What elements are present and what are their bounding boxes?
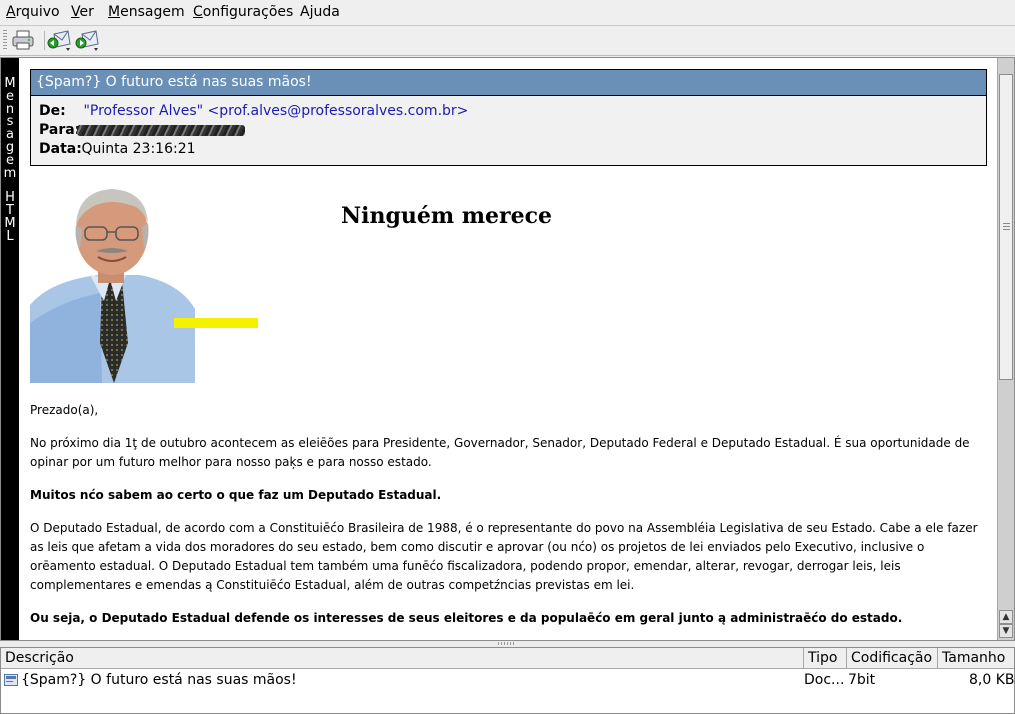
yellow-highlight-bar — [174, 318, 258, 328]
subject-bar: {Spam?} O futuro está nas suas mãos! — [31, 70, 986, 96]
person-photo — [30, 183, 258, 383]
document-icon — [4, 673, 18, 693]
date-value: Quinta 23:16:21 — [81, 141, 196, 157]
date-row: Data: Quinta 23:16:21 — [39, 141, 196, 157]
redacted-recipient — [77, 124, 245, 136]
mode-sidebar: Mensagem HTML — [1, 58, 19, 640]
from-label: De: — [39, 103, 66, 119]
print-button[interactable] — [10, 28, 36, 52]
sidebar-label: Mensagem HTML — [3, 76, 17, 244]
attachment-size: 8,0 KB — [969, 672, 1015, 688]
portrait-image — [30, 183, 258, 383]
attachment-description: {Spam?} O futuro está nas suas mãos! — [21, 672, 297, 688]
to-row: Para: — [39, 122, 245, 138]
greeting: Prezado(a), — [30, 403, 99, 417]
forward-button[interactable] — [74, 28, 100, 52]
toolbar — [0, 26, 1015, 56]
attachments-list: Descrição Tipo Codificação Tamanho {Spam… — [0, 647, 1015, 714]
column-header-encoding[interactable]: Codificação — [847, 648, 938, 669]
message-header: {Spam?} O futuro está nas suas mãos! De:… — [30, 69, 987, 166]
message-frame: Mensagem HTML {Spam?} O futuro está nas … — [0, 57, 1015, 641]
splitter-grip — [498, 642, 516, 645]
menu-ajuda[interactable]: Ajuda — [300, 4, 340, 20]
message-content: {Spam?} O futuro está nas suas mãos! De:… — [19, 58, 997, 640]
thumb-grip — [1003, 223, 1010, 231]
scroll-up-button[interactable]: ▲ — [999, 610, 1013, 624]
paragraph-4: Ou seja, o Deputado Estadual defende os … — [30, 611, 903, 625]
menu-mensagem[interactable]: Mensagem — [108, 4, 185, 20]
toolbar-separator — [44, 31, 45, 50]
menu-arquivo[interactable]: Arquivo — [6, 4, 60, 20]
from-value[interactable]: "Professor Alves" <prof.alves@professora… — [83, 103, 468, 119]
menu-ver[interactable]: Ver — [71, 4, 94, 20]
attachment-encoding: 7bit — [848, 672, 876, 688]
printer-icon — [12, 30, 34, 50]
to-label: Para: — [39, 122, 81, 138]
paragraph-1: No próximo dia 1ţ de outubro acontecem a… — [30, 436, 970, 469]
email-headline: Ninguém merece — [341, 203, 553, 229]
column-header-type[interactable]: Tipo — [804, 648, 847, 669]
scrollbar-thumb[interactable] — [999, 74, 1013, 380]
reply-icon — [47, 30, 71, 51]
toolbar-grip[interactable] — [3, 30, 7, 50]
vertical-scrollbar[interactable]: ▲ ▼ — [997, 58, 1014, 640]
column-header-description[interactable]: Descrição — [1, 648, 804, 669]
attachment-row[interactable]: {Spam?} O futuro está nas suas mãos! Doc… — [1, 670, 1015, 693]
column-header-size[interactable]: Tamanho — [938, 648, 1014, 669]
reply-button[interactable] — [46, 28, 72, 52]
menu-configuracoes[interactable]: Configurações — [193, 4, 293, 20]
date-label: Data: — [39, 141, 82, 157]
paragraph-3: O Deputado Estadual, de acordo com a Con… — [30, 521, 978, 592]
paragraph-2: Muitos nćo sabem ao certo o que faz um D… — [30, 488, 442, 502]
forward-icon — [75, 30, 99, 51]
from-row: De: "Professor Alves" <prof.alves@profes… — [39, 103, 468, 119]
attachment-type: Doc... — [804, 672, 845, 688]
scroll-down-button[interactable]: ▼ — [999, 624, 1013, 638]
menubar: Arquivo Ver Mensagem Configurações Ajuda — [0, 0, 1015, 26]
